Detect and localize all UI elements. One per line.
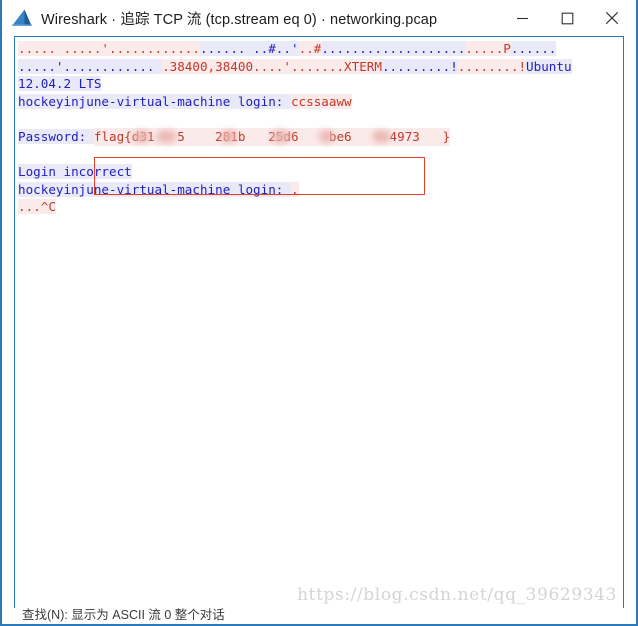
stream-segment-server: ................... [321,41,466,56]
redaction-blur [318,129,334,143]
stream-segment-server: ...... [510,41,557,56]
stream-segment-server: Password: [18,128,94,144]
wireshark-shark-fin-logo-icon [12,9,32,26]
close-icon [605,11,619,25]
stream-segment-server: Login incorrect [18,164,132,180]
stream-line: 12.04.2 LTS [18,75,623,93]
stream-line [18,146,623,164]
tcp-stream-content: ..... .....'.................. ..#..'..#… [18,40,623,216]
stream-line: Login incorrect [18,163,623,181]
stream-segment-server: .........! [381,58,458,74]
wireshark-follow-tcp-stream-window: Wireshark · 追踪 TCP 流 (tcp.stream eq 0) ·… [0,0,638,626]
bottom-toolbar-label: 查找(N): 显示为 ASCII 流 0 整个对话 [22,608,225,622]
redaction-blur [270,129,291,143]
stream-line: ..... .....'.................. ..#..'..#… [18,40,623,58]
stream-line: hockeyinjune-virtual-machine login: ccss… [18,93,623,111]
redaction-blur [220,129,237,143]
redaction-blur [371,129,391,143]
stream-segment-server: .....'............ [18,58,163,74]
title-bar: Wireshark · 追踪 TCP 流 (tcp.stream eq 0) ·… [2,0,636,36]
stream-segment-server: ...... ..#..' [199,41,299,56]
stream-line: hockeyinjune-virtual-machine login: . [18,181,623,199]
bottom-toolbar-clipped: 查找(N): 显示为 ASCII 流 0 整个对话 [2,608,636,624]
window-title: Wireshark · 追踪 TCP 流 (tcp.stream eq 0) ·… [41,11,438,28]
close-button[interactable] [590,0,634,36]
stream-line [18,110,623,128]
maximize-button[interactable] [545,0,589,36]
minimize-button[interactable] [500,0,544,36]
tcp-stream-text-panel[interactable]: ..... .....'.................. ..#..'..#… [14,36,624,608]
stream-segment-client: ..... .....'............ [18,41,200,56]
stream-line: .....'............ .38400,38400....'....… [18,58,623,76]
stream-segment-client: ..# [298,41,322,56]
csdn-watermark: https://blog.csdn.net/qq_39629343 [297,585,617,605]
redaction-blur [132,129,150,143]
stream-line: Password: flag{d31 5 281b 25d6 be6 4973 … [18,127,623,146]
maximize-icon [561,12,573,24]
stream-segment-client: . [290,181,299,197]
stream-segment-client: .....P [465,41,511,56]
stream-segment-client: ........! [457,58,527,74]
stream-line: ...^C [18,198,623,216]
stream-segment-client: ...^C [18,199,56,215]
stream-segment-server: Ubuntu [526,58,572,74]
stream-segment-client: ccssaaww [290,93,352,109]
stream-segment-server: hockeyinjune-virtual-machine login: [18,93,291,109]
stream-segment-server: 12.04.2 LTS [18,76,102,92]
redaction-blur [155,129,177,143]
stream-segment-client: .38400,38400....'.......XTERM [162,58,382,74]
stream-segment-client: flag{d31 5 281b 25d6 be6 4973 } [93,127,451,146]
minimize-icon [516,17,528,19]
stream-segment-server: hockeyinjune-virtual-machine login: [18,181,291,197]
content-area: ..... .....'.................. ..#..'..#… [2,36,636,608]
